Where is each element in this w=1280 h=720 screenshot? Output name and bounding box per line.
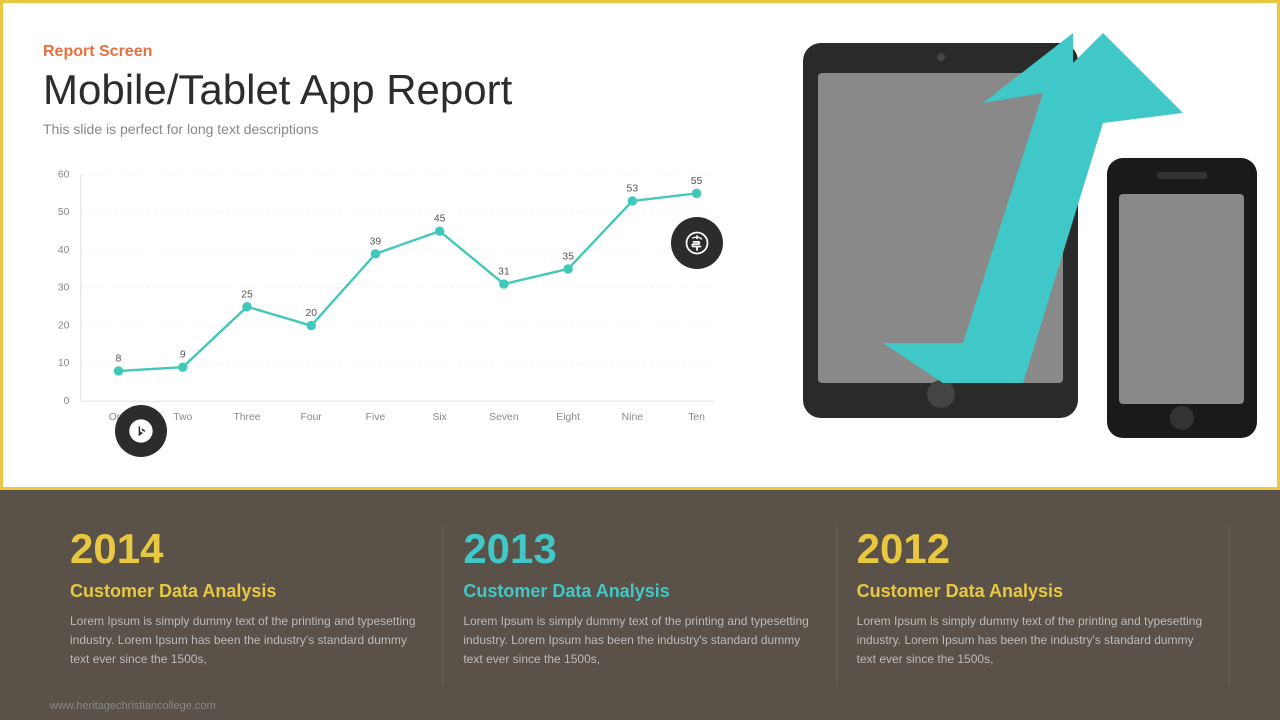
bottom-col-2013: 2013 Customer Data Analysis Lorem Ipsum … (443, 525, 836, 685)
chart-icon-bubble (115, 405, 167, 457)
line-chart: 0 10 20 30 40 50 60 (43, 157, 723, 447)
bottom-section: 2014 Customer Data Analysis Lorem Ipsum … (0, 490, 1280, 720)
left-panel: Report Screen Mobile/Tablet App Report T… (3, 3, 763, 487)
svg-text:Two: Two (173, 412, 192, 423)
money-icon-bubble (671, 217, 723, 269)
top-section: Report Screen Mobile/Tablet App Report T… (0, 0, 1280, 490)
svg-text:39: 39 (370, 237, 382, 248)
year-2013: 2013 (463, 525, 815, 573)
svg-text:Ten: Ten (688, 412, 705, 423)
main-title: Mobile/Tablet App Report (43, 67, 723, 113)
svg-text:10: 10 (58, 358, 70, 369)
col-title-2012: Customer Data Analysis (857, 581, 1209, 602)
svg-text:35: 35 (562, 252, 574, 263)
col-text-2012: Lorem Ipsum is simply dummy text of the … (857, 612, 1209, 670)
col-title-2014: Customer Data Analysis (70, 581, 422, 602)
svg-text:50: 50 (58, 207, 70, 218)
year-2012: 2012 (857, 525, 1209, 573)
chart-area: 0 10 20 30 40 50 60 (43, 157, 723, 447)
money-icon (683, 229, 711, 257)
footer-url: www.heritagechristiancollege.com (50, 700, 216, 712)
chart-icon (127, 417, 155, 445)
svg-text:Three: Three (233, 412, 260, 423)
bottom-col-2014: 2014 Customer Data Analysis Lorem Ipsum … (50, 525, 443, 685)
col-text-2013: Lorem Ipsum is simply dummy text of the … (463, 612, 815, 670)
svg-text:20: 20 (305, 308, 317, 319)
svg-text:Nine: Nine (622, 412, 644, 423)
svg-text:Seven: Seven (489, 412, 519, 423)
report-label: Report Screen (43, 43, 723, 61)
svg-text:60: 60 (58, 170, 70, 181)
svg-text:Five: Five (366, 412, 386, 423)
subtitle: This slide is perfect for long text desc… (43, 121, 723, 137)
svg-text:31: 31 (498, 267, 510, 278)
svg-text:Four: Four (301, 412, 323, 423)
col-title-2013: Customer Data Analysis (463, 581, 815, 602)
svg-text:20: 20 (58, 321, 70, 332)
svg-text:45: 45 (434, 214, 446, 225)
col-text-2014: Lorem Ipsum is simply dummy text of the … (70, 612, 422, 670)
svg-text:Six: Six (432, 412, 447, 423)
svg-text:9: 9 (180, 350, 186, 361)
svg-text:40: 40 (58, 245, 70, 256)
svg-text:25: 25 (241, 289, 253, 300)
svg-text:55: 55 (691, 176, 703, 187)
bottom-col-2012: 2012 Customer Data Analysis Lorem Ipsum … (837, 525, 1230, 685)
svg-text:30: 30 (58, 283, 70, 294)
right-panel (763, 3, 1277, 487)
year-2014: 2014 (70, 525, 422, 573)
svg-text:0: 0 (64, 396, 70, 407)
teal-arrow (763, 3, 1183, 443)
svg-text:8: 8 (116, 354, 122, 365)
svg-text:53: 53 (627, 184, 639, 195)
svg-text:Eight: Eight (556, 412, 580, 423)
